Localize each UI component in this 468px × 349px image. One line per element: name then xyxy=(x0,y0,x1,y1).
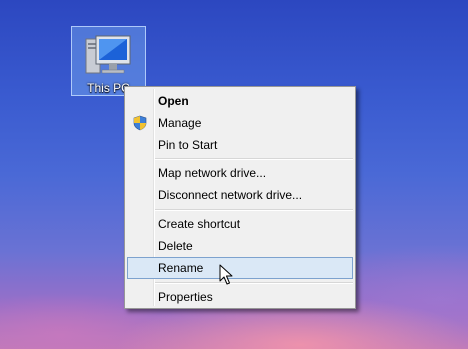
menu-item-open[interactable]: Open xyxy=(127,90,353,112)
menu-item-label: Rename xyxy=(158,261,204,275)
this-pc-icon xyxy=(85,35,131,74)
menu-item-label: Map network drive... xyxy=(158,166,267,180)
mouse-pointer-icon xyxy=(219,264,233,285)
menu-separator xyxy=(155,209,353,211)
menu-item-pin-to-start[interactable]: Pin to Start xyxy=(127,134,353,156)
menu-item-delete[interactable]: Delete xyxy=(127,235,353,257)
menu-item-label: Create shortcut xyxy=(158,217,241,231)
menu-item-label: Open xyxy=(158,94,189,108)
menu-item-label: Disconnect network drive... xyxy=(158,188,303,202)
menu-item-manage[interactable]: Manage xyxy=(127,112,353,134)
menu-separator xyxy=(155,158,353,160)
menu-item-label: Pin to Start xyxy=(158,138,218,152)
menu-item-label: Delete xyxy=(158,239,193,253)
menu-item-rename[interactable]: Rename xyxy=(127,257,353,279)
menu-item-label: Properties xyxy=(158,290,213,304)
menu-item-properties[interactable]: Properties xyxy=(127,286,353,308)
menu-item-disconnect-network-drive[interactable]: Disconnect network drive... xyxy=(127,184,353,206)
menu-item-label: Manage xyxy=(158,116,202,130)
context-menu: Open Manage Pin to Start Map network dri… xyxy=(124,86,356,309)
menu-item-create-shortcut[interactable]: Create shortcut xyxy=(127,213,353,235)
menu-separator xyxy=(155,282,353,284)
menu-item-map-network-drive[interactable]: Map network drive... xyxy=(127,162,353,184)
desktop[interactable]: This PC Open Manage Pin to Start Map net… xyxy=(0,0,468,349)
